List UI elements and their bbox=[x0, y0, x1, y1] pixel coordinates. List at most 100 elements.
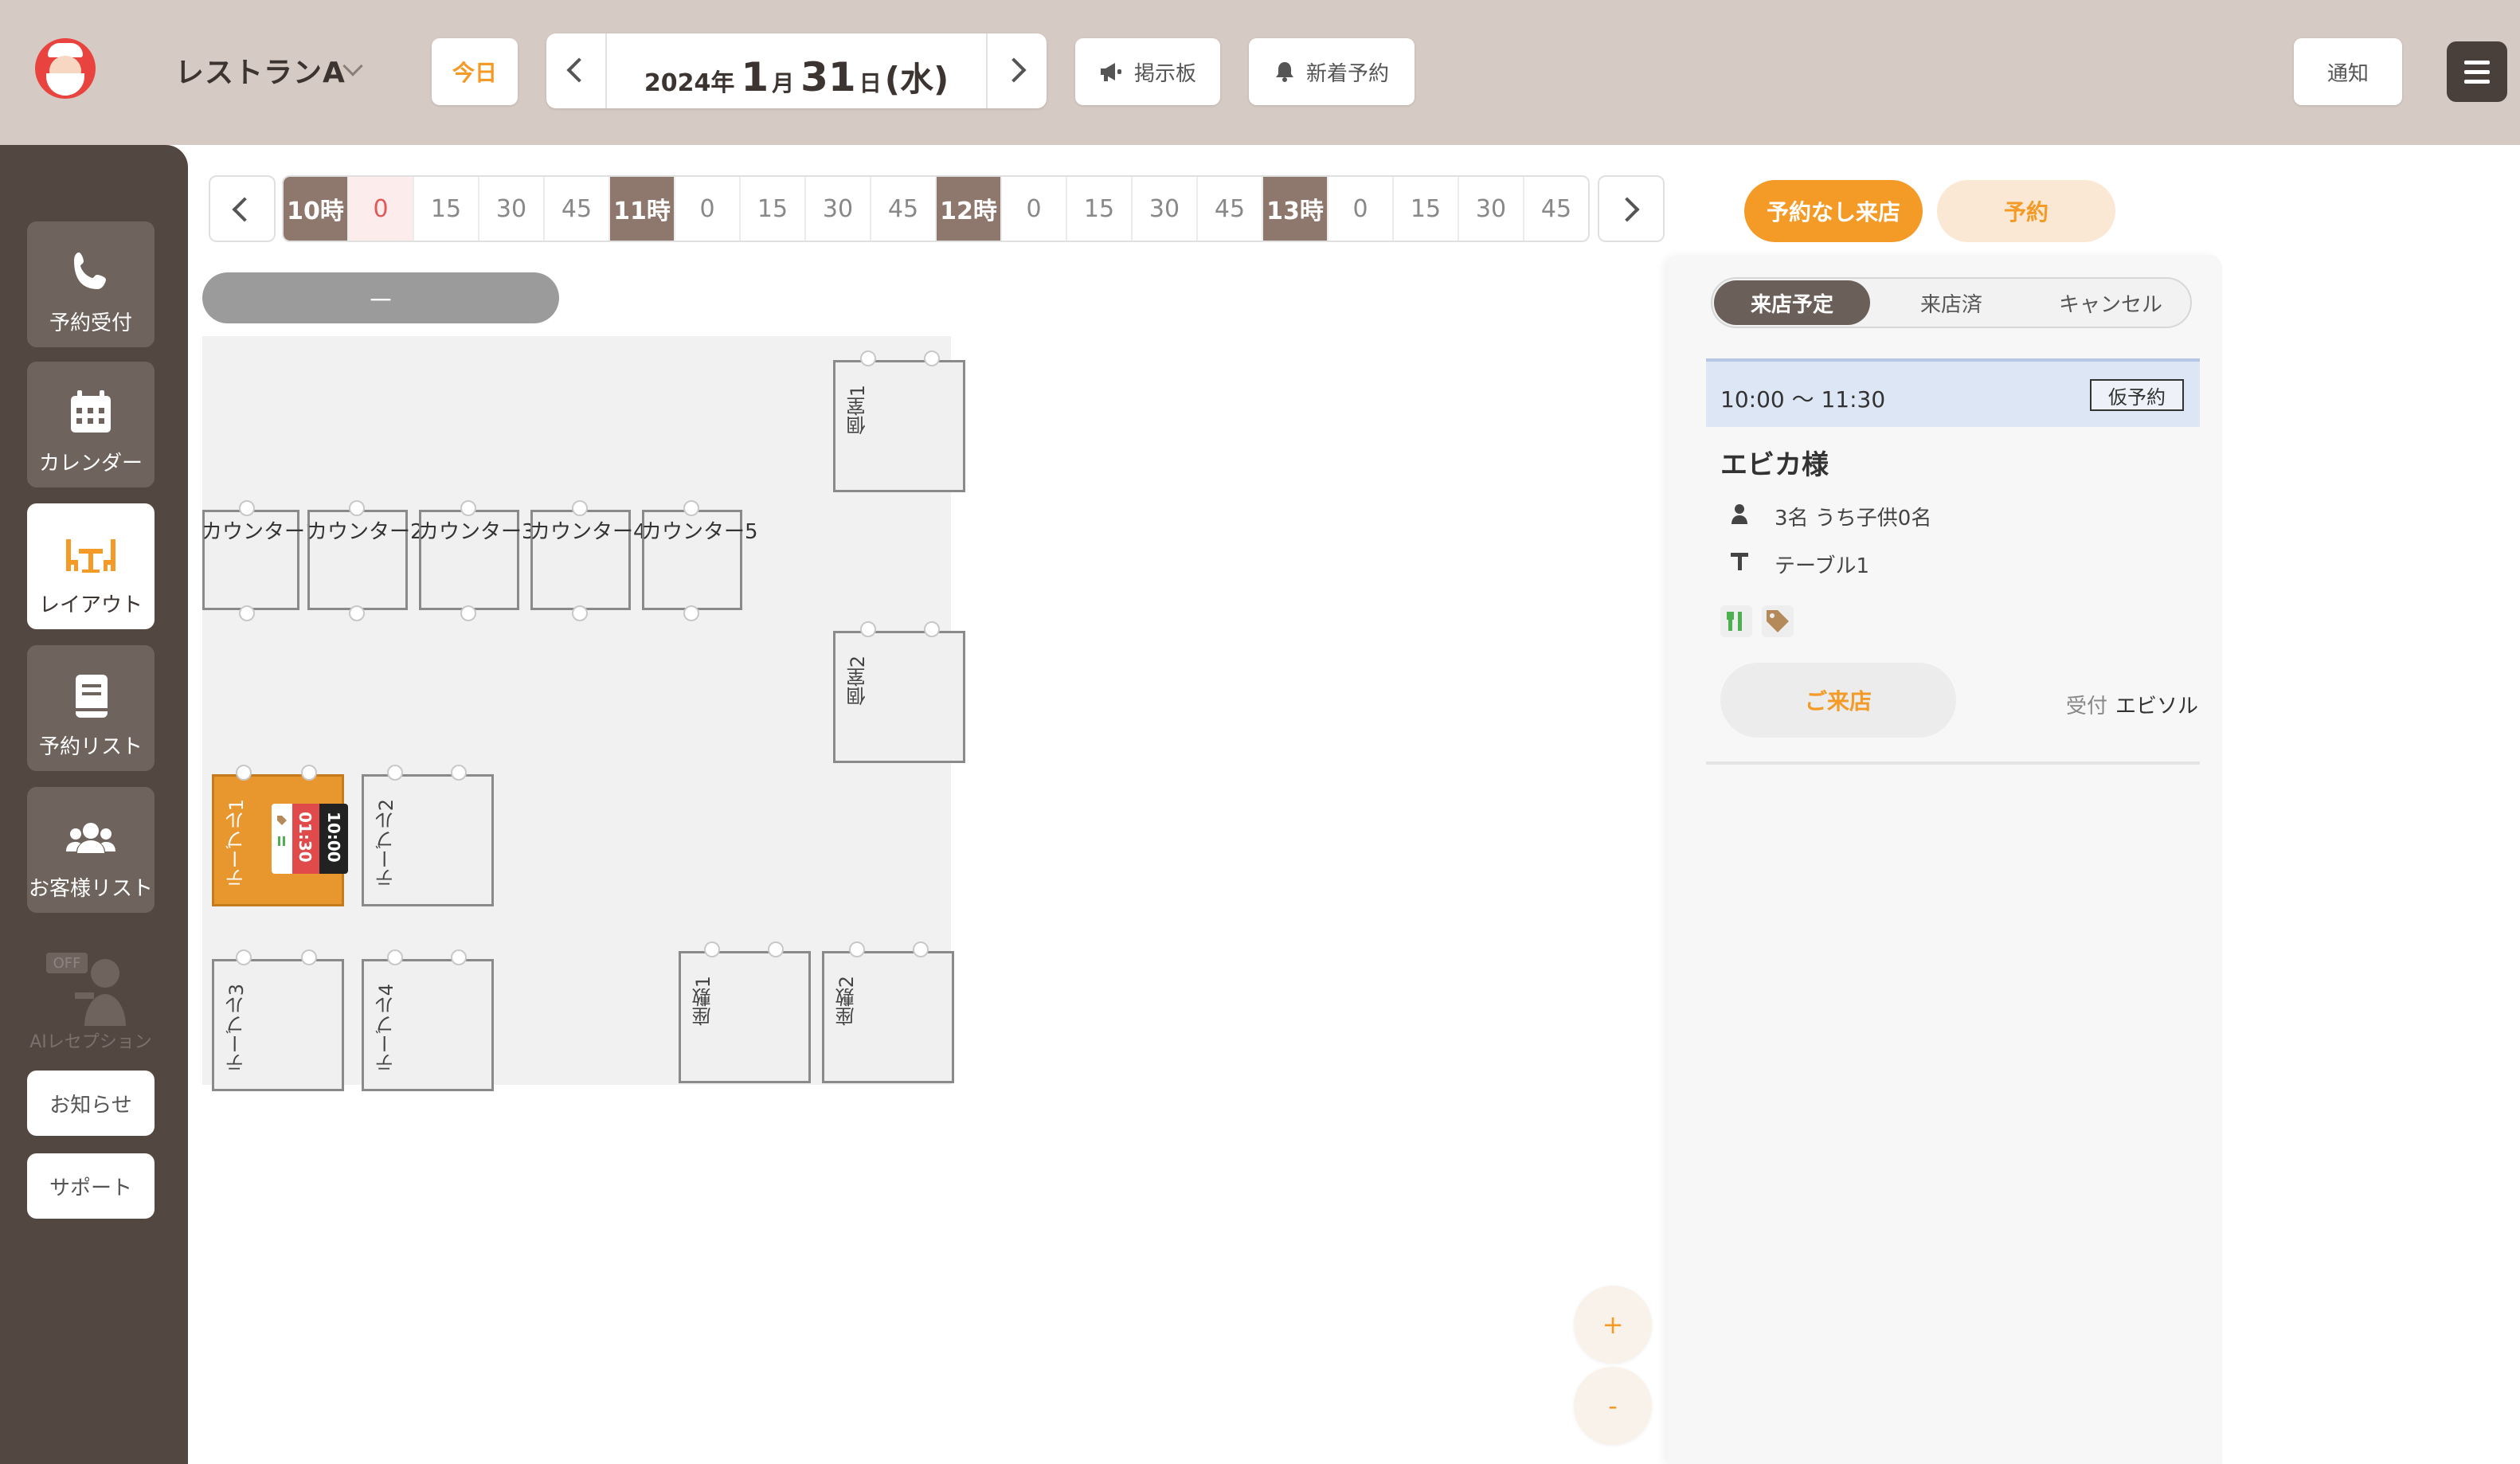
table-1[interactable]: テーブル1 01:30 10:00 bbox=[212, 774, 348, 906]
sidebar-item-reservation-list[interactable]: 予約リスト bbox=[27, 645, 155, 771]
person-icon bbox=[1732, 504, 1747, 524]
sidebar-item-calendar[interactable]: カレンダー bbox=[27, 362, 155, 487]
timeline-bar: 10時 0 15 30 45 11時 0 15 30 45 12時 0 15 30 45 13時 0 15 30 45 bbox=[282, 175, 1590, 242]
prev-date-button[interactable] bbox=[546, 33, 607, 108]
seat bbox=[924, 350, 940, 366]
chevron-right-icon bbox=[1001, 57, 1027, 83]
date-navigator: 2024年 1 月 31 日 (水) bbox=[546, 33, 1047, 108]
seat bbox=[239, 605, 255, 621]
timeline-cell[interactable]: 15 bbox=[741, 177, 806, 241]
tab-scheduled[interactable]: 来店予定 bbox=[1714, 280, 1870, 325]
today-button[interactable]: 今日 bbox=[432, 38, 518, 105]
date-day: 31 bbox=[800, 54, 856, 100]
table-private-1[interactable]: 個室1 bbox=[833, 360, 965, 492]
date-weekday: (水) bbox=[884, 60, 949, 99]
hamburger-menu-button[interactable] bbox=[2447, 41, 2507, 102]
timeline-cell[interactable]: 45 bbox=[1524, 177, 1588, 241]
sidebar-item-customer-list[interactable]: お客様リスト bbox=[27, 787, 155, 913]
timeline-cell[interactable]: 30 bbox=[479, 177, 545, 241]
floor-section-selector[interactable]: － bbox=[202, 272, 559, 323]
new-reservation-button[interactable]: 新着予約 bbox=[1249, 38, 1415, 105]
seat bbox=[301, 949, 317, 965]
timeline-cell[interactable]: 15 bbox=[1394, 177, 1459, 241]
timeline-cell[interactable]: 30 bbox=[806, 177, 871, 241]
counter-1[interactable]: カウンター1 bbox=[202, 510, 319, 610]
sidebar-item-reception[interactable]: 予約受付 bbox=[27, 221, 155, 347]
sidebar-item-ai-reception[interactable]: OFF AIレセプション bbox=[27, 934, 155, 1053]
timeline-cell[interactable]: 30 bbox=[1133, 177, 1198, 241]
timeline-cell[interactable]: 10時 bbox=[284, 177, 349, 241]
counter-2[interactable]: カウンター2 bbox=[307, 510, 424, 610]
seat bbox=[387, 765, 403, 781]
reservation-duration: 01:30 bbox=[292, 804, 319, 874]
counter-4[interactable]: カウンター4 bbox=[530, 510, 647, 610]
megaphone-icon bbox=[1100, 63, 1121, 81]
date-day-unit: 日 bbox=[859, 70, 882, 96]
sidebar-item-label: レイアウト bbox=[38, 593, 143, 617]
tab-cancelled[interactable]: キャンセル bbox=[2033, 280, 2189, 325]
timeline-cell[interactable]: 0 bbox=[349, 177, 414, 241]
timeline-cell[interactable]: 15 bbox=[1067, 177, 1133, 241]
timeline-cell[interactable]: 30 bbox=[1459, 177, 1524, 241]
table-3[interactable]: テーブル3 bbox=[212, 959, 344, 1091]
notification-button[interactable]: 通知 bbox=[2294, 38, 2402, 105]
timeline-next-button[interactable] bbox=[1598, 175, 1665, 242]
logo-beard bbox=[46, 73, 84, 96]
support-button[interactable]: サポート bbox=[27, 1153, 155, 1219]
bulletin-board-label: 掲示板 bbox=[1133, 61, 1196, 86]
calendar-icon bbox=[71, 390, 111, 433]
sidebar-item-label: お客様リスト bbox=[28, 877, 153, 901]
store-name[interactable]: レストランA bbox=[175, 49, 346, 91]
seat bbox=[913, 941, 929, 957]
chevron-right-icon bbox=[1614, 197, 1640, 222]
reservation-card[interactable]: 01:30 10:00 bbox=[272, 804, 348, 874]
reservation-button[interactable]: 予約 bbox=[1937, 180, 2115, 242]
table-2[interactable]: テーブル2 bbox=[362, 774, 494, 906]
timeline-cell[interactable]: 0 bbox=[1328, 177, 1394, 241]
zoom-in-button[interactable]: + bbox=[1574, 1286, 1652, 1364]
menu-line bbox=[2464, 70, 2490, 74]
date-year: 2024年 bbox=[644, 69, 735, 97]
timeline-cell[interactable]: 13時 bbox=[1263, 177, 1328, 241]
chevron-left-icon bbox=[566, 57, 592, 83]
tab-visited[interactable]: 来店済 bbox=[1873, 280, 2029, 325]
seat bbox=[301, 765, 317, 781]
sidebar-item-layout[interactable]: レイアウト bbox=[27, 503, 155, 629]
new-reservation-label: 新着予約 bbox=[1305, 61, 1389, 86]
timeline-cell[interactable]: 0 bbox=[1002, 177, 1067, 241]
zashiki-1[interactable]: 座敷1 bbox=[679, 951, 811, 1083]
start-time-text: 10:00 bbox=[324, 812, 343, 863]
timeline-cell[interactable]: 0 bbox=[675, 177, 741, 241]
menu-line bbox=[2464, 61, 2490, 65]
table-4[interactable]: テーブル4 bbox=[362, 959, 494, 1091]
timeline-cell[interactable]: 45 bbox=[871, 177, 937, 241]
timeline-prev-button[interactable] bbox=[209, 175, 276, 242]
arrive-button[interactable]: ご来店 bbox=[1720, 663, 1956, 738]
counter-3[interactable]: カウンター3 bbox=[418, 510, 535, 610]
timeline-cell[interactable]: 45 bbox=[1198, 177, 1263, 241]
seat bbox=[349, 605, 365, 621]
seat bbox=[768, 941, 784, 957]
chevron-down-icon[interactable] bbox=[342, 56, 363, 76]
timeline-cell[interactable]: 45 bbox=[545, 177, 610, 241]
current-date[interactable]: 2024年 1 月 31 日 (水) bbox=[607, 33, 986, 108]
bulletin-board-button[interactable]: 掲示板 bbox=[1075, 38, 1220, 105]
phone-icon bbox=[74, 252, 106, 289]
zashiki-2[interactable]: 座敷2 bbox=[822, 951, 954, 1083]
news-button[interactable]: お知らせ bbox=[27, 1071, 155, 1136]
reservation-card-detail[interactable]: 10:00 ～ 11:30 仮予約 エビカ様 3名 うち子供0名 テーブル1 ご… bbox=[1706, 358, 2200, 765]
timeline-cell[interactable]: 12時 bbox=[937, 177, 1002, 241]
price-tag-icon bbox=[1762, 605, 1794, 637]
zoom-out-button[interactable]: - bbox=[1574, 1367, 1652, 1445]
table-private-2[interactable]: 個室2 bbox=[833, 631, 965, 763]
next-date-button[interactable] bbox=[986, 33, 1047, 108]
brand-logo[interactable] bbox=[35, 38, 96, 99]
seat bbox=[451, 949, 467, 965]
timeline-cell[interactable]: 15 bbox=[414, 177, 479, 241]
top-bar: レストランA 今日 2024年 1 月 31 日 (水) 掲示板 新着予約 通知 bbox=[0, 0, 2520, 145]
walk-in-button[interactable]: 予約なし来店 bbox=[1744, 180, 1923, 242]
seat bbox=[239, 500, 255, 516]
counter-5[interactable]: カウンター5 bbox=[641, 510, 758, 610]
timeline-cell[interactable]: 11時 bbox=[610, 177, 675, 241]
seat bbox=[860, 350, 876, 366]
